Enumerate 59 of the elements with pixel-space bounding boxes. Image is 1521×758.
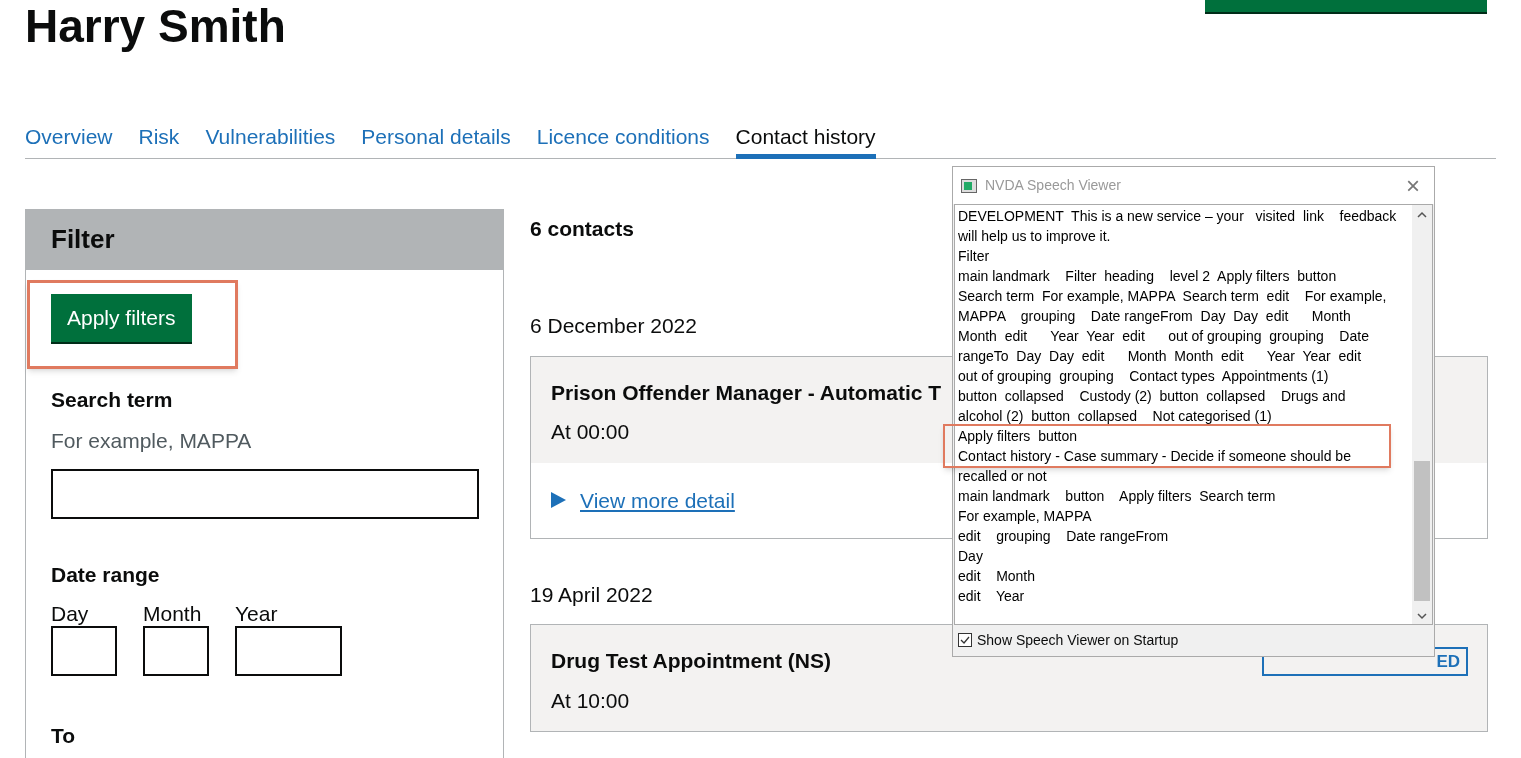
speech-line: MAPPA grouping Date rangeFrom Day Day edit Month xyxy=(958,307,1352,326)
window-title: NVDA Speech Viewer xyxy=(985,176,1121,195)
date-field-label: Day xyxy=(51,601,90,627)
page-heading: Harry Smith xyxy=(25,0,286,53)
speech-line: Apply filters button xyxy=(958,427,1079,446)
date-field-label: Month xyxy=(143,601,203,627)
date-heading: 19 April 2022 xyxy=(530,581,653,608)
scroll-down-icon[interactable] xyxy=(1417,612,1427,620)
contacts-count: 6 contacts xyxy=(530,215,634,242)
contact-title: Drug Test Appointment (NS) xyxy=(551,648,831,675)
tab[interactable]: Personal details xyxy=(361,112,511,159)
tab[interactable]: Contact history xyxy=(735,112,876,159)
speech-line: Filter xyxy=(958,247,991,266)
speech-line: Contact history - Case summary - Decide if someone should be xyxy=(958,447,1352,466)
search-hint: For example, MAPPA xyxy=(51,428,253,455)
speech-line: edit Year xyxy=(958,587,1026,606)
search-label: Search term xyxy=(51,386,174,413)
speech-line: alcohol (2) button collapsed Not categorised (1) xyxy=(958,407,1273,426)
date-range-label: Date range xyxy=(51,561,161,588)
contact-title: Prison Offender Manager - Automatic T xyxy=(551,379,942,406)
tab[interactable]: Overview xyxy=(25,112,113,159)
date-input[interactable] xyxy=(235,626,342,677)
speech-line: will help us to improve it. xyxy=(958,227,1112,246)
speech-line: recalled or not xyxy=(958,467,1048,486)
search-field[interactable] xyxy=(51,468,479,519)
tab[interactable]: Vulnerabilities xyxy=(205,112,336,159)
checkbox-label: Show Speech Viewer on Startup xyxy=(977,630,1179,650)
speech-line: edit grouping Date rangeFrom xyxy=(958,527,1170,546)
speech-line: DEVELOPMENT This is a new service – your visited link feedback xyxy=(958,207,1398,226)
speech-line: Month edit Year Year edit out of grouping grouping Date xyxy=(958,327,1370,346)
checkbox[interactable] xyxy=(958,633,972,647)
view-more-link[interactable]: View more detail xyxy=(580,484,735,517)
speech-line: main landmark button Apply filters Search term xyxy=(958,487,1277,506)
speech-line: button collapsed Custody (2) button collapsed Drugs and xyxy=(958,387,1347,406)
app-icon xyxy=(961,178,977,193)
speech-line: edit Month xyxy=(958,567,1037,586)
speech-line: Day xyxy=(958,547,984,566)
speech-line: main landmark Filter heading level 2 Apply filters button xyxy=(958,267,1338,286)
tab[interactable]: Licence conditions xyxy=(536,112,710,159)
scroll-up-icon[interactable] xyxy=(1417,211,1427,219)
date-field-label: Year xyxy=(235,601,279,627)
speech-line: For example, MAPPA xyxy=(958,507,1093,526)
apply-filters-button[interactable]: Apply filters xyxy=(51,293,192,344)
contact-time: At 10:00 xyxy=(551,687,630,714)
scrollbar[interactable] xyxy=(1412,205,1432,624)
date-input[interactable] xyxy=(51,626,117,677)
expand-icon[interactable] xyxy=(551,492,566,509)
scrollbar-thumb[interactable] xyxy=(1414,461,1430,601)
contact-time: At 00:00 xyxy=(551,419,630,446)
speech-line: rangeTo Day Day edit Month Month edit Year Year edit xyxy=(958,347,1363,366)
close-button[interactable]: × xyxy=(1406,173,1426,198)
date-input[interactable] xyxy=(143,626,209,677)
speech-line: Search term For example, MAPPA Search term edit For example, xyxy=(958,287,1388,306)
speech-line: out of grouping grouping Contact types Appointments (1) xyxy=(958,367,1330,386)
to-label: To xyxy=(51,723,77,750)
header-button[interactable] xyxy=(1205,0,1487,14)
date-heading: 6 December 2022 xyxy=(530,313,697,340)
filter-title: Filter xyxy=(51,222,115,256)
tab[interactable]: Risk xyxy=(138,112,180,159)
